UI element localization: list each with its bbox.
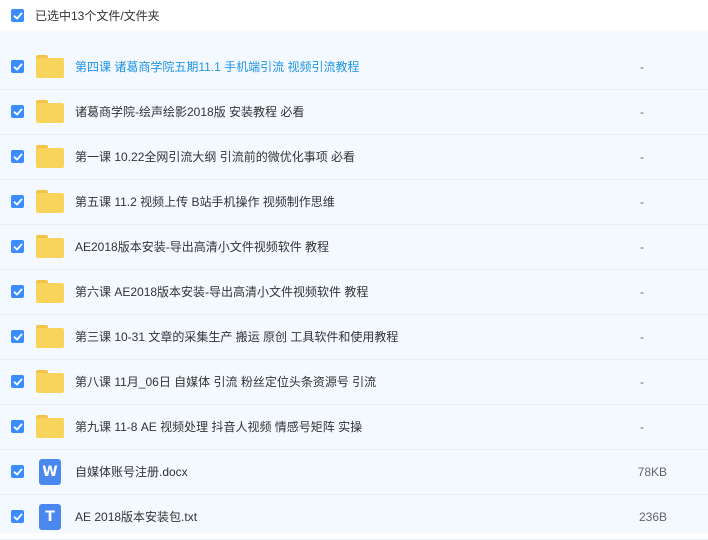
file-size: - bbox=[640, 330, 644, 344]
file-name[interactable]: 第五课 11.2 视频上传 B站手机操作 视频制作思维 bbox=[75, 180, 335, 224]
file-size: - bbox=[640, 285, 644, 299]
file-size: - bbox=[640, 60, 644, 74]
row-checkbox[interactable] bbox=[11, 60, 24, 73]
file-row[interactable]: 第三课 10-31 文章的采集生产 搬运 原创 工具软件和使用教程 - bbox=[0, 315, 708, 360]
file-name[interactable]: AE2018版本安装-导出高清小文件视频软件 教程 bbox=[75, 225, 329, 269]
file-name[interactable]: 第八课 11月_06日 自媒体 引流 粉丝定位头条资源号 引流 bbox=[75, 360, 376, 404]
file-name[interactable]: 第四课 诸葛商学院五期11.1 手机端引流 视频引流教程 bbox=[75, 45, 359, 89]
checkmark-icon bbox=[13, 333, 22, 340]
checkmark-icon bbox=[13, 198, 22, 205]
selection-header: 已选中13个文件/文件夹 bbox=[0, 0, 708, 31]
checkmark-icon bbox=[13, 108, 22, 115]
file-name[interactable]: 第三课 10-31 文章的采集生产 搬运 原创 工具软件和使用教程 bbox=[75, 315, 398, 359]
file-type-letter: W bbox=[42, 464, 58, 480]
file-row[interactable]: 第五课 11.2 视频上传 B站手机操作 视频制作思维 - bbox=[0, 180, 708, 225]
file-size: 78KB bbox=[637, 465, 667, 479]
row-checkbox[interactable] bbox=[11, 195, 24, 208]
file-row[interactable]: 第四课 诸葛商学院五期11.1 手机端引流 视频引流教程 - bbox=[0, 45, 708, 90]
file-type-letter: T bbox=[45, 509, 55, 525]
folder-icon bbox=[36, 280, 64, 304]
folder-icon bbox=[36, 415, 64, 439]
file-size: - bbox=[640, 420, 644, 434]
row-checkbox[interactable] bbox=[11, 240, 24, 253]
file-row[interactable]: 第六课 AE2018版本安装-导出高清小文件视频软件 教程 - bbox=[0, 270, 708, 315]
row-checkbox[interactable] bbox=[11, 150, 24, 163]
file-size: 236B bbox=[638, 510, 667, 524]
file-row[interactable]: 第一课 10.22全网引流大纲 引流前的微优化事项 必看 - bbox=[0, 135, 708, 180]
checkmark-icon bbox=[13, 288, 22, 295]
row-checkbox[interactable] bbox=[11, 420, 24, 433]
row-checkbox[interactable] bbox=[11, 285, 24, 298]
row-checkbox[interactable] bbox=[11, 105, 24, 118]
checkmark-icon bbox=[13, 153, 22, 160]
file-name[interactable]: 诸葛商学院-绘声绘影2018版 安装教程 必看 bbox=[75, 90, 304, 134]
checkmark-icon bbox=[13, 513, 22, 520]
file-row[interactable]: W 自媒体账号注册.docx 78KB bbox=[0, 450, 708, 495]
file-name[interactable]: 第六课 AE2018版本安装-导出高清小文件视频软件 教程 bbox=[75, 270, 368, 314]
file-row[interactable]: 第九课 11-8 AE 视频处理 抖音人视频 情感号矩阵 实操 - bbox=[0, 405, 708, 450]
file-row[interactable]: 诸葛商学院-绘声绘影2018版 安装教程 必看 - bbox=[0, 90, 708, 135]
word-document-icon: W bbox=[39, 459, 61, 485]
folder-icon bbox=[36, 100, 64, 124]
row-checkbox[interactable] bbox=[11, 465, 24, 478]
folder-icon bbox=[36, 55, 64, 79]
selection-count-label: 已选中13个文件/文件夹 bbox=[35, 9, 160, 23]
file-name[interactable]: 第一课 10.22全网引流大纲 引流前的微优化事项 必看 bbox=[75, 135, 355, 179]
checkmark-icon bbox=[13, 63, 22, 70]
checkmark-icon bbox=[13, 468, 22, 475]
folder-icon bbox=[36, 235, 64, 259]
folder-icon bbox=[36, 145, 64, 169]
folder-icon bbox=[36, 325, 64, 349]
file-name[interactable]: AE 2018版本安装包.txt bbox=[75, 495, 197, 539]
file-name[interactable]: 第九课 11-8 AE 视频处理 抖音人视频 情感号矩阵 实操 bbox=[75, 405, 362, 449]
checkmark-icon bbox=[13, 423, 22, 430]
file-list: 第四课 诸葛商学院五期11.1 手机端引流 视频引流教程 - 诸葛商学院-绘声绘影2… bbox=[0, 31, 708, 540]
file-size: - bbox=[640, 375, 644, 389]
file-size: - bbox=[640, 105, 644, 119]
file-size: - bbox=[640, 195, 644, 209]
file-size: - bbox=[640, 240, 644, 254]
row-checkbox[interactable] bbox=[11, 375, 24, 388]
folder-icon bbox=[36, 190, 64, 214]
checkmark-icon bbox=[13, 243, 22, 250]
file-name[interactable]: 自媒体账号注册.docx bbox=[75, 450, 188, 494]
checkmark-icon bbox=[13, 12, 22, 19]
file-row[interactable]: AE2018版本安装-导出高清小文件视频软件 教程 - bbox=[0, 225, 708, 270]
file-size: - bbox=[640, 150, 644, 164]
checkmark-icon bbox=[13, 378, 22, 385]
row-checkbox[interactable] bbox=[11, 330, 24, 343]
file-row[interactable]: T AE 2018版本安装包.txt 236B bbox=[0, 495, 708, 540]
select-all-checkbox[interactable] bbox=[11, 9, 24, 22]
text-file-icon: T bbox=[39, 504, 61, 530]
file-row[interactable]: 第八课 11月_06日 自媒体 引流 粉丝定位头条资源号 引流 - bbox=[0, 360, 708, 405]
folder-icon bbox=[36, 370, 64, 394]
row-checkbox[interactable] bbox=[11, 510, 24, 523]
